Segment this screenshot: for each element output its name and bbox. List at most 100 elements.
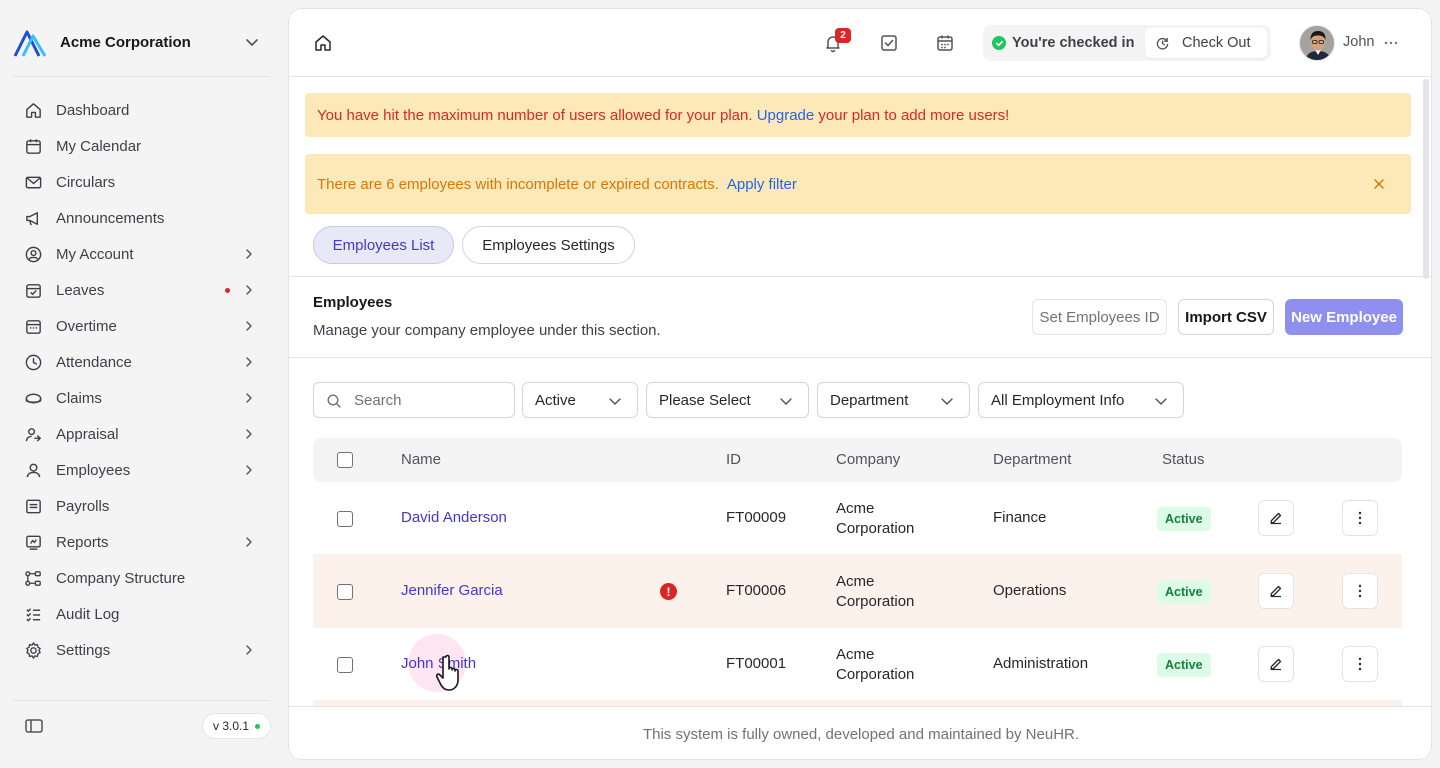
employee-company: Acme Corporation xyxy=(836,572,914,612)
sidebar-item-announcements[interactable]: Announcements xyxy=(14,200,270,236)
user-photo xyxy=(1300,26,1334,60)
calendar-icon xyxy=(14,136,54,156)
header-department[interactable]: Department xyxy=(993,451,1071,468)
row-more-button[interactable] xyxy=(1342,646,1378,682)
task-check-icon[interactable] xyxy=(879,33,899,53)
gear-icon xyxy=(14,640,54,660)
plan-limit-alert: You have hit the maximum number of users… xyxy=(305,93,1411,137)
check-out-button[interactable]: Check Out xyxy=(1145,28,1267,58)
search-icon xyxy=(327,394,341,408)
header-name[interactable]: Name xyxy=(401,451,441,468)
more-horizontal-icon[interactable] xyxy=(1383,33,1399,53)
more-vertical-icon xyxy=(1358,584,1362,598)
status-select[interactable]: Active xyxy=(522,382,638,418)
row-checkbox[interactable] xyxy=(337,511,353,527)
header-id[interactable]: ID xyxy=(726,451,741,468)
status-select-value: Active xyxy=(535,391,576,409)
sidebar-item-dashboard[interactable]: Dashboard xyxy=(14,92,270,128)
tab-employees-list[interactable]: Employees List xyxy=(313,226,454,264)
upgrade-link[interactable]: Upgrade xyxy=(757,107,815,124)
chevron-down-icon xyxy=(941,398,953,405)
edit-button[interactable] xyxy=(1258,500,1294,536)
chevron-down-icon[interactable] xyxy=(242,32,262,52)
sidebar-item-company-structure[interactable]: Company Structure xyxy=(14,560,270,596)
checkout-icon xyxy=(1156,37,1169,50)
sidebar-item-appraisal[interactable]: Appraisal xyxy=(14,416,270,452)
sidebar-item-my-account[interactable]: My Account xyxy=(14,236,270,272)
version-text: v 3.0.1 xyxy=(213,719,250,733)
sidebar-divider xyxy=(12,700,270,701)
sidebar-item-my-calendar[interactable]: My Calendar xyxy=(14,128,270,164)
set-employees-id-button[interactable]: Set Employees ID xyxy=(1032,299,1167,335)
scrollbar[interactable] xyxy=(1423,79,1429,279)
employee-id: FT00001 xyxy=(726,655,787,672)
edit-button[interactable] xyxy=(1258,646,1294,682)
close-icon[interactable] xyxy=(1371,176,1387,192)
sidebar-item-audit-log[interactable]: Audit Log xyxy=(14,596,270,632)
more-vertical-icon xyxy=(1358,511,1362,525)
company-select[interactable]: Please Select xyxy=(646,382,809,418)
pencil-icon xyxy=(1270,512,1282,525)
row-checkbox[interactable] xyxy=(337,657,353,673)
header-status[interactable]: Status xyxy=(1162,451,1205,468)
department-select[interactable]: Department xyxy=(817,382,970,418)
sidebar-item-payrolls[interactable]: Payrolls xyxy=(14,488,270,524)
avatar[interactable] xyxy=(1299,25,1335,61)
edit-button[interactable] xyxy=(1258,573,1294,609)
check-out-label: Check Out xyxy=(1182,35,1251,51)
hierarchy-icon xyxy=(14,568,54,588)
sidebar-collapse-icon[interactable] xyxy=(24,716,44,736)
search-input[interactable]: Search xyxy=(313,382,515,418)
plan-limit-text-after: your plan to add more users! xyxy=(818,106,1010,124)
sidebar-item-leaves[interactable]: Leaves xyxy=(14,272,270,308)
row-more-button[interactable] xyxy=(1342,573,1378,609)
select-all-checkbox[interactable] xyxy=(337,452,353,468)
sidebar-item-label: Dashboard xyxy=(56,101,130,119)
sidebar: Acme Corporation Dashboard My Calendar Cir… xyxy=(0,0,282,768)
sidebar-item-label: Settings xyxy=(56,641,111,659)
hand-pointer-icon xyxy=(435,654,459,691)
sidebar-item-employees[interactable]: Employees xyxy=(14,452,270,488)
notification-badge: 2 xyxy=(835,28,851,43)
new-employee-button[interactable]: New Employee xyxy=(1285,299,1403,335)
user-icon xyxy=(14,460,54,480)
employee-name-link[interactable]: Jennifer Garcia xyxy=(401,582,503,599)
table-row[interactable]: Jennifer Garcia ! FT00006 Acme Corporati… xyxy=(313,555,1402,628)
sidebar-divider xyxy=(12,76,270,77)
org-switcher[interactable]: Acme Corporation xyxy=(12,22,270,62)
row-checkbox[interactable] xyxy=(337,584,353,600)
row-more-button[interactable] xyxy=(1342,500,1378,536)
table-row[interactable]: John Smith FT00001 Acme Corporation Admi… xyxy=(313,628,1402,701)
apply-filter-link[interactable]: Apply filter xyxy=(727,176,797,193)
company-line: Corporation xyxy=(836,666,915,683)
employee-name-link[interactable]: David Anderson xyxy=(401,509,507,526)
sidebar-item-label: Payrolls xyxy=(56,497,110,515)
warning-icon[interactable]: ! xyxy=(660,583,677,600)
sidebar-item-label: Circulars xyxy=(56,173,116,191)
header-company[interactable]: Company xyxy=(836,451,900,468)
sidebar-item-claims[interactable]: Claims xyxy=(14,380,270,416)
sidebar-item-circulars[interactable]: Circulars xyxy=(14,164,270,200)
tab-employees-settings[interactable]: Employees Settings xyxy=(462,226,635,264)
employment-info-select[interactable]: All Employment Info xyxy=(978,382,1184,418)
home-icon[interactable] xyxy=(313,33,333,53)
org-name: Acme Corporation xyxy=(60,33,191,51)
sidebar-item-label: Overtime xyxy=(56,317,117,335)
plan-limit-text: You have hit the maximum number of users… xyxy=(317,106,753,124)
employee-department: Finance xyxy=(993,509,1047,526)
sidebar-item-attendance[interactable]: Attendance xyxy=(14,344,270,380)
company-line: Acme xyxy=(836,573,875,590)
sidebar-item-label: Announcements xyxy=(56,209,165,227)
import-csv-button[interactable]: Import CSV xyxy=(1178,299,1274,335)
sidebar-item-overtime[interactable]: Overtime xyxy=(14,308,270,344)
calendar-icon[interactable] xyxy=(935,33,955,53)
user-name[interactable]: John xyxy=(1343,34,1374,50)
chevron-right-icon xyxy=(246,465,252,475)
employment-select-value: All Employment Info xyxy=(991,391,1125,409)
section-title: Employees xyxy=(313,294,393,311)
more-vertical-icon xyxy=(1358,657,1362,671)
sidebar-item-label: My Calendar xyxy=(56,137,142,155)
table-row[interactable]: David Anderson FT00009 Acme Corporation … xyxy=(313,482,1402,555)
sidebar-item-reports[interactable]: Reports xyxy=(14,524,270,560)
sidebar-item-settings[interactable]: Settings xyxy=(14,632,270,668)
